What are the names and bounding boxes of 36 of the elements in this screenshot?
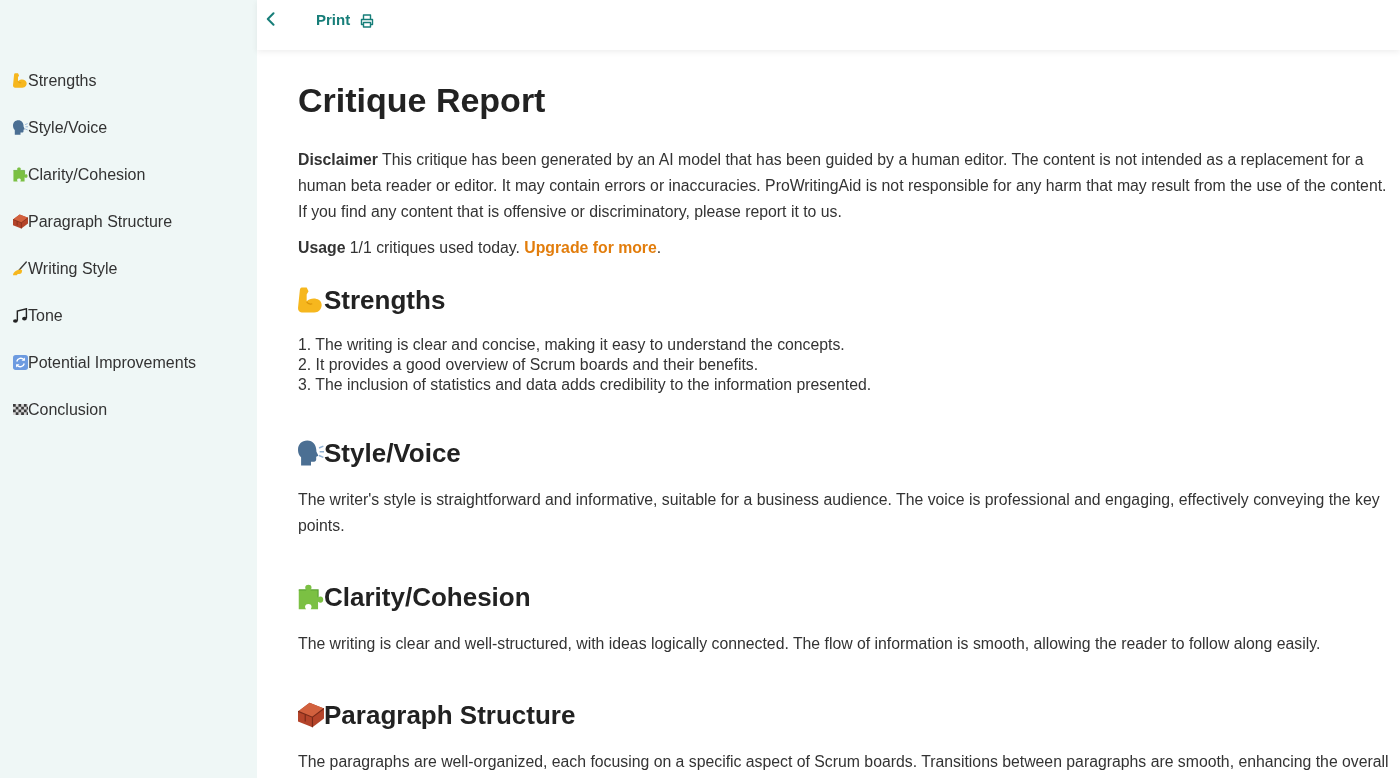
music-notes-icon: [13, 308, 28, 323]
speaking-head-icon: [298, 440, 324, 466]
refresh-arrows-icon: [13, 355, 28, 370]
printer-icon: [360, 13, 375, 28]
list-item: 1. The writing is clear and concise, making it easy to understand the concepts.: [298, 335, 845, 355]
checkered-flag-icon: [13, 402, 28, 417]
section-paragraph: The writing is clear and well-structured, with ideas logically connected. The flow of information is smooth, allowing the reader to follow along easily.: [298, 634, 1322, 654]
list-item: 2. It provides a good overview of Scrum boards and their benefits.: [298, 355, 759, 375]
sidebar-link[interactable]: Clarity/Cohesion: [0, 151, 257, 198]
list-item: 3. The inclusion of statistics and data adds credibility to the information presented.: [298, 375, 872, 395]
report-title: Critique Report: [298, 80, 546, 121]
puzzle-piece-icon: [298, 584, 324, 610]
writing-hand-icon: [13, 261, 28, 276]
print-button[interactable]: Print: [316, 8, 375, 33]
brick-icon: [298, 702, 324, 728]
disclaimer-text: Disclaimer This critique has been generated by an AI model that has been guided by a human editor. The content is not intended as a replacement for a human beta reader or editor. It may contain errors or inaccuracies. ProWritingAid is not responsible for any harm that may result from the use of the content. If you find any content that is offensive or discriminatory, please report it to us.: [298, 150, 1388, 222]
section-heading: Style/Voice: [324, 437, 461, 470]
flexed-arm-icon: [13, 73, 28, 88]
section-heading: Paragraph Structure: [324, 699, 576, 732]
section-heading: Strengths: [324, 284, 446, 317]
usage-text: Usage 1/1 critiques used today. Upgrade for more.: [298, 238, 662, 258]
sidebar-link[interactable]: Style/Voice: [0, 104, 257, 151]
sidebar-link[interactable]: Conclusion: [0, 386, 257, 433]
section-heading: Clarity/Cohesion: [324, 581, 531, 614]
puzzle-piece-icon: [13, 167, 28, 182]
sidebar-link[interactable]: Potential Improvements: [0, 339, 257, 386]
sidebar-link[interactable]: Strengths: [0, 57, 257, 104]
sidebar-link[interactable]: Writing Style: [0, 245, 257, 292]
section-paragraph: The paragraphs are well-organized, each focusing on a specific aspect of Scrum boards. Transitions between paragraphs are smooth, enhancing the overall: [298, 752, 1390, 772]
section-paragraph: The writer's style is straightforward and informative, suitable for a business audience. The voice is professional and engaging, effectively conveying the key points.: [298, 490, 1381, 536]
flexed-arm-icon: [298, 287, 324, 313]
speaking-head-icon: [13, 120, 28, 135]
sidebar-link[interactable]: Tone: [0, 292, 257, 339]
brick-icon: [13, 214, 28, 229]
chevron-left-icon: [265, 12, 275, 26]
sidebar-link[interactable]: Paragraph Structure: [0, 198, 257, 245]
